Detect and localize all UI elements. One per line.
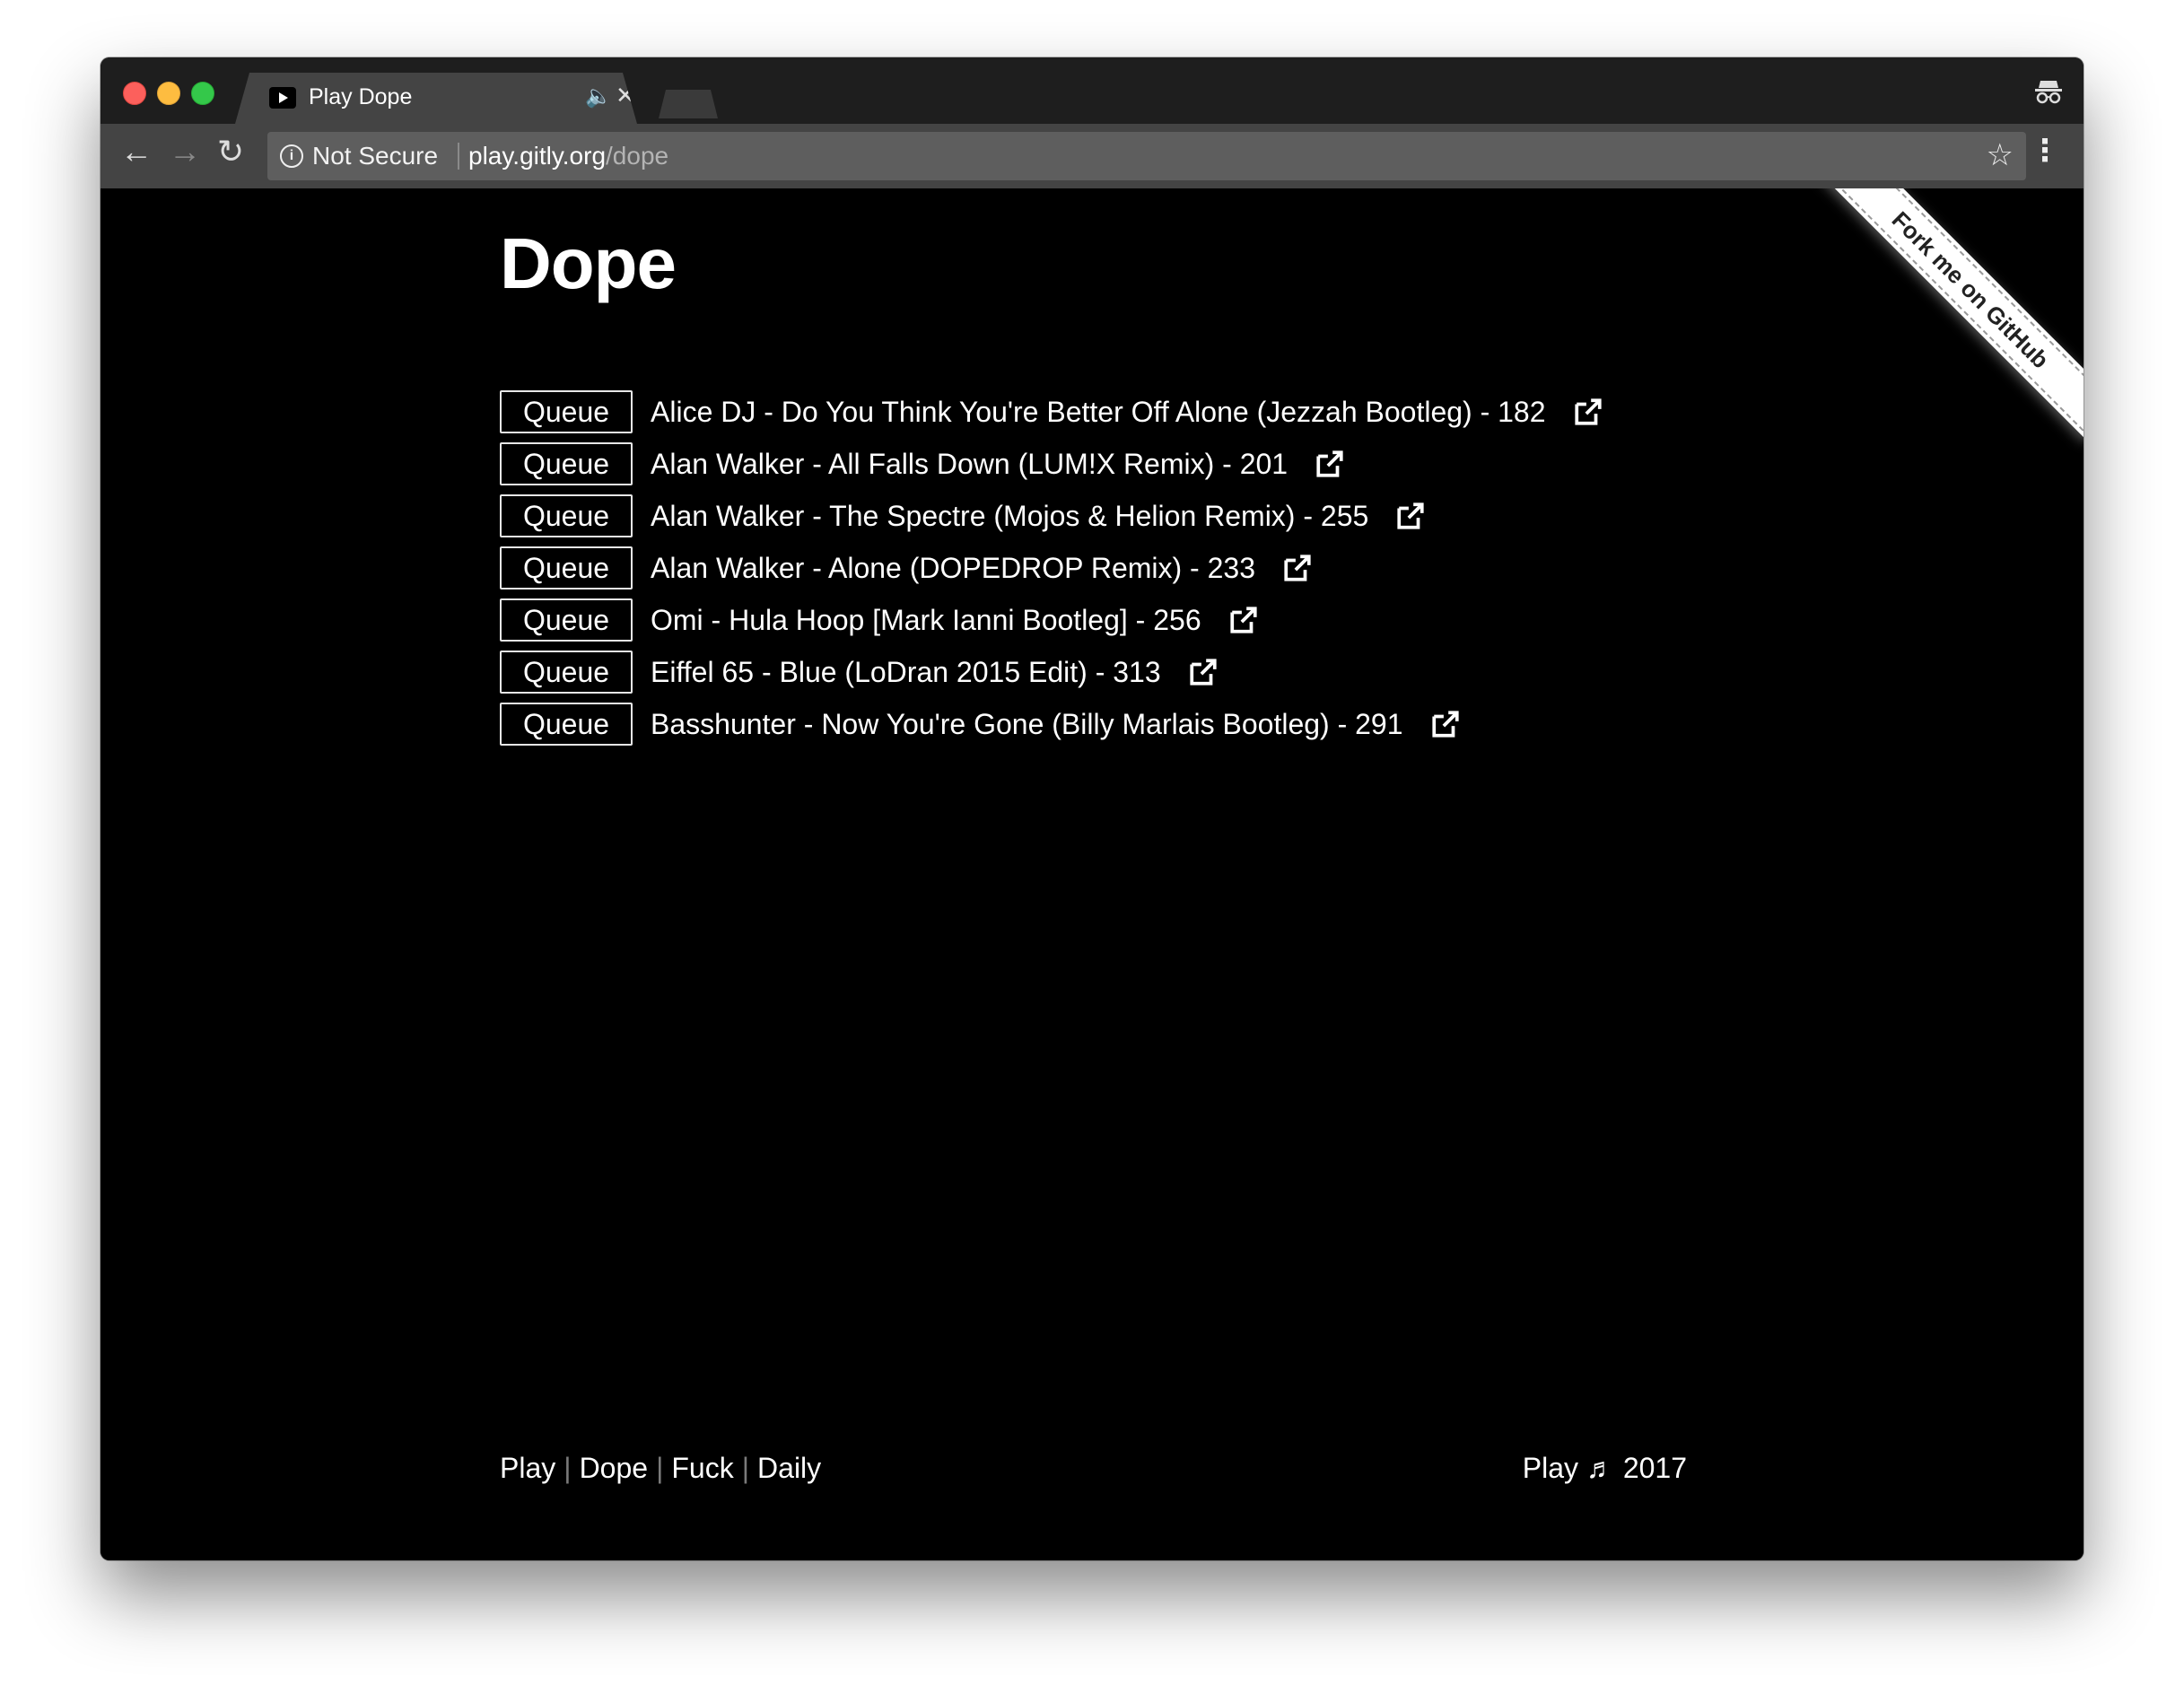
page-title: Dope xyxy=(500,223,677,303)
external-link-icon[interactable] xyxy=(1430,709,1461,739)
external-link-icon[interactable] xyxy=(1188,657,1219,687)
url-text[interactable]: play.gitly.org/dope xyxy=(468,142,668,170)
queue-button[interactable]: Queue xyxy=(500,494,633,537)
tab-close-icon[interactable]: ✕ xyxy=(616,82,635,109)
track-title: Alan Walker - Alone (DOPEDROP Remix) - 2… xyxy=(651,551,1255,584)
security-label[interactable]: Not Secure xyxy=(312,142,438,170)
track-title: Eiffel 65 - Blue (LoDran 2015 Edit) - 31… xyxy=(651,655,1161,688)
footer-nav: Play | Dope | Fuck | Daily xyxy=(500,1452,821,1485)
track-title: Omi - Hula Hoop [Mark Ianni Bootleg] - 2… xyxy=(651,603,1201,636)
youtube-favicon-icon xyxy=(269,87,296,109)
track-list: Queue Alice DJ - Do You Think You're Bet… xyxy=(500,386,1603,750)
url-path: /dope xyxy=(606,142,669,170)
track-title: Alice DJ - Do You Think You're Better Of… xyxy=(651,395,1546,428)
close-window-button[interactable] xyxy=(123,82,146,105)
footer-link-daily[interactable]: Daily xyxy=(757,1452,821,1484)
incognito-icon xyxy=(2033,75,2064,113)
track-title: Alan Walker - The Spectre (Mojos & Helio… xyxy=(651,499,1369,532)
track-title: Basshunter - Now You're Gone (Billy Marl… xyxy=(651,707,1403,740)
track-row: Queue Alan Walker - All Falls Down (LUM!… xyxy=(500,438,1603,490)
minimize-window-button[interactable] xyxy=(157,82,180,105)
track-title: Alan Walker - All Falls Down (LUM!X Remi… xyxy=(651,447,1289,480)
queue-button[interactable]: Queue xyxy=(500,546,633,590)
external-link-icon[interactable] xyxy=(1573,397,1603,427)
queue-button[interactable]: Queue xyxy=(500,390,633,433)
external-link-icon[interactable] xyxy=(1282,553,1313,583)
tab-strip: Play Dope 🔈 ✕ xyxy=(100,57,2084,124)
fork-me-ribbon[interactable]: Fork me on GitHub xyxy=(1820,188,2084,441)
external-link-icon[interactable] xyxy=(1395,501,1426,531)
queue-button[interactable]: Queue xyxy=(500,703,633,746)
queue-button[interactable]: Queue xyxy=(500,442,633,485)
footer-link-play[interactable]: Play xyxy=(500,1452,555,1484)
track-row: Queue Alan Walker - The Spectre (Mojos &… xyxy=(500,490,1603,542)
browser-window: Play Dope 🔈 ✕ ← → ↻ i Not Secure play.gi… xyxy=(100,57,2084,1560)
kebab-menu-icon[interactable]: ⋮ xyxy=(2030,133,2060,169)
address-bar[interactable]: i Not Secure play.gitly.org/dope ☆ xyxy=(267,132,2026,180)
track-row: Queue Eiffel 65 - Blue (LoDran 2015 Edit… xyxy=(500,646,1603,698)
track-row: Queue Alice DJ - Do You Think You're Bet… xyxy=(500,386,1603,438)
address-divider xyxy=(458,143,459,170)
footer-separator: | xyxy=(741,1452,750,1484)
footer-separator: | xyxy=(656,1452,664,1484)
footer-copyright: Play ♬ 2017 xyxy=(1522,1452,1687,1484)
info-icon[interactable]: i xyxy=(280,144,303,168)
tab-title: Play Dope xyxy=(309,84,413,109)
queue-button[interactable]: Queue xyxy=(500,651,633,694)
back-arrow-icon[interactable]: ← xyxy=(120,133,153,170)
bookmark-star-icon[interactable]: ☆ xyxy=(1987,137,2014,173)
external-link-icon[interactable] xyxy=(1228,605,1259,635)
speaker-icon[interactable]: 🔈 xyxy=(585,83,612,109)
queue-button[interactable]: Queue xyxy=(500,598,633,642)
track-row: Queue Omi - Hula Hoop [Mark Ianni Bootle… xyxy=(500,594,1603,646)
footer-separator: | xyxy=(563,1452,572,1484)
zoom-window-button[interactable] xyxy=(191,82,214,105)
external-link-icon[interactable] xyxy=(1315,449,1345,479)
track-row: Queue Basshunter - Now You're Gone (Bill… xyxy=(500,698,1603,750)
page-content: Dope Queue Alice DJ - Do You Think You'r… xyxy=(100,188,2084,1560)
reload-icon[interactable]: ↻ xyxy=(217,133,244,170)
forward-arrow-icon[interactable]: → xyxy=(169,133,201,170)
new-tab-button[interactable] xyxy=(659,90,718,118)
url-host: play.gitly.org xyxy=(468,142,607,170)
footer-link-dope[interactable]: Dope xyxy=(580,1452,649,1484)
tab-play-dope[interactable]: Play Dope 🔈 ✕ xyxy=(235,73,637,124)
browser-toolbar: ← → ↻ i Not Secure play.gitly.org/dope ☆… xyxy=(100,124,2084,188)
footer-link-fuck[interactable]: Fuck xyxy=(671,1452,733,1484)
track-row: Queue Alan Walker - Alone (DOPEDROP Remi… xyxy=(500,542,1603,594)
